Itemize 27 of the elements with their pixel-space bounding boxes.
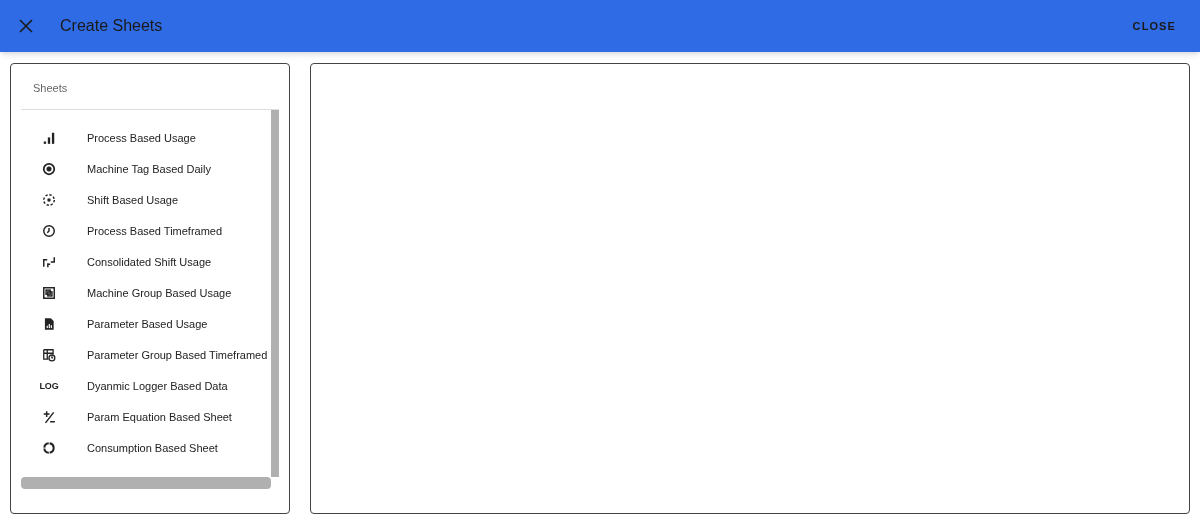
dashed-circle-icon bbox=[42, 193, 56, 207]
sheet-item[interactable]: Consumption Based Sheet bbox=[21, 432, 271, 464]
vertical-scrollbar[interactable] bbox=[271, 109, 279, 477]
table-clock-icon bbox=[42, 348, 56, 362]
sheet-item[interactable]: Process Based Usage bbox=[21, 122, 271, 154]
sheet-item[interactable]: Shift Based Usage bbox=[21, 184, 271, 216]
ring-icon bbox=[42, 441, 56, 455]
horizontal-scrollbar[interactable] bbox=[21, 477, 271, 489]
sheet-item[interactable]: Process Based Timeframed bbox=[21, 215, 271, 247]
signal-bars-icon bbox=[42, 131, 56, 145]
sheet-item[interactable]: Param Equation Based Sheet bbox=[21, 401, 271, 433]
arrows-icon bbox=[42, 255, 56, 269]
log-icon: LOG bbox=[39, 381, 59, 391]
grouped-squares-icon bbox=[42, 286, 56, 300]
sheet-item[interactable]: Parameter Group Based Timeframed bbox=[21, 339, 271, 371]
sheets-heading: Sheets bbox=[32, 81, 69, 96]
clock-icon bbox=[42, 224, 56, 238]
target-icon bbox=[42, 162, 56, 176]
sheet-item[interactable]: Machine Group Based Usage bbox=[21, 277, 271, 309]
sheet-item[interactable]: Machine Tag Based Daily bbox=[21, 153, 271, 185]
file-chart-icon bbox=[42, 317, 56, 331]
dialog-title: Create Sheets bbox=[60, 16, 163, 36]
close-button[interactable]: CLOSE bbox=[1124, 13, 1184, 39]
sheet-item[interactable]: Consolidated Shift Usage bbox=[21, 246, 271, 278]
sheet-item[interactable]: LOG Dyanmic Logger Based Data bbox=[21, 370, 271, 402]
plus-minus-icon bbox=[42, 410, 56, 424]
sheet-item[interactable]: Parameter Based Usage bbox=[21, 308, 271, 340]
